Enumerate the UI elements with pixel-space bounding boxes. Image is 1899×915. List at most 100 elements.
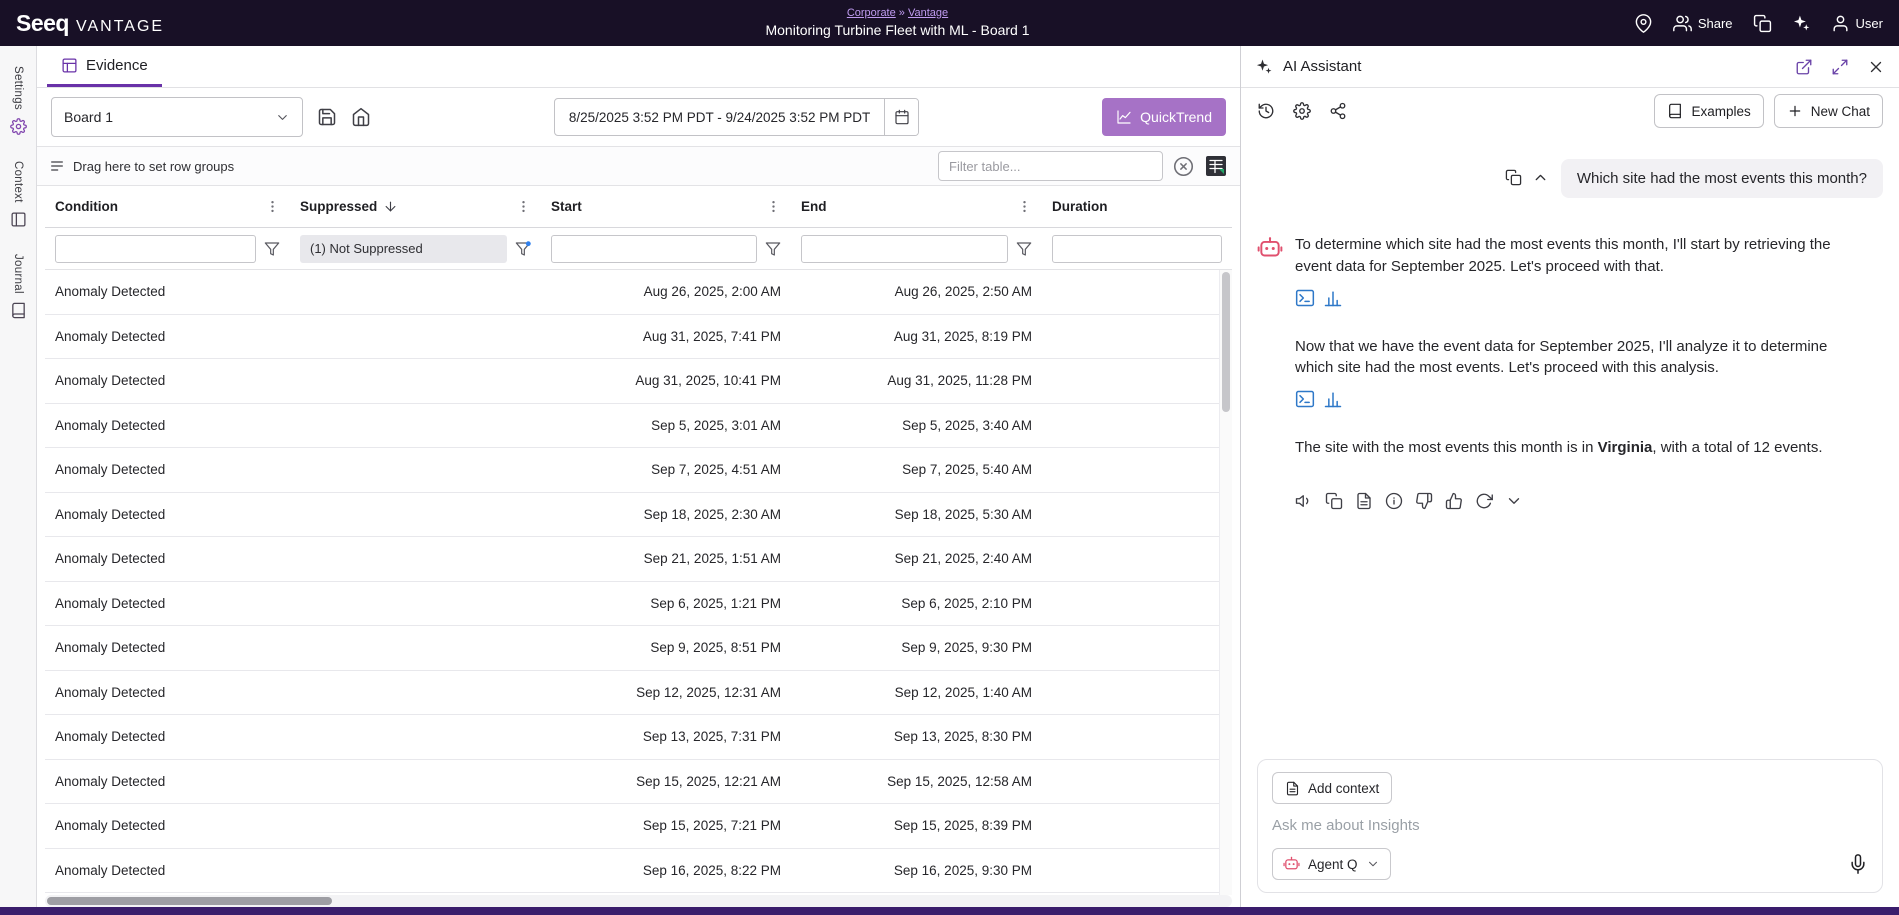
kebab-menu-icon[interactable] <box>265 199 280 214</box>
start-header-label: Start <box>551 199 582 214</box>
horizontal-scrollbar[interactable] <box>45 895 1232 907</box>
breadcrumb-corporate-link[interactable]: Corporate <box>847 7 896 19</box>
suppressed-filter-value[interactable]: (1) Not Suppressed <box>300 235 507 263</box>
condition-filter-input[interactable] <box>55 235 256 263</box>
expand-icon[interactable] <box>1831 58 1849 76</box>
table-row[interactable]: Anomaly Detected Sep 9, 2025, 8:51 PM Se… <box>45 626 1232 671</box>
breadcrumb-vantage-link[interactable]: Vantage <box>908 7 948 19</box>
open-in-new-icon[interactable] <box>1795 58 1813 76</box>
add-context-button[interactable]: Add context <box>1272 772 1392 804</box>
copy-icon[interactable] <box>1325 492 1343 510</box>
date-range-value[interactable]: 8/25/2025 3:52 PM PDT - 9/24/2025 3:52 P… <box>555 99 884 135</box>
column-filter-row: (1) Not Suppressed <box>45 228 1232 270</box>
save-button[interactable] <box>317 107 337 127</box>
table-row[interactable]: Anomaly Detected Aug 31, 2025, 7:41 PM A… <box>45 315 1232 360</box>
table-row[interactable]: Anomaly Detected Sep 12, 2025, 12:31 AM … <box>45 671 1232 716</box>
cell-end: Sep 12, 2025, 1:40 AM <box>791 685 1042 700</box>
sort-descending-icon[interactable] <box>383 199 398 214</box>
table-row[interactable]: Anomaly Detected Sep 21, 2025, 1:51 AM S… <box>45 537 1232 582</box>
ai-sparkle-icon[interactable] <box>1792 14 1811 33</box>
user-menu[interactable]: User <box>1831 14 1883 33</box>
new-chat-button[interactable]: New Chat <box>1774 94 1883 128</box>
funnel-active-icon[interactable] <box>515 241 531 257</box>
share-nodes-icon[interactable] <box>1329 102 1347 120</box>
table-row[interactable]: Anomaly Detected Sep 7, 2025, 4:51 AM Se… <box>45 448 1232 493</box>
column-header-suppressed[interactable]: Suppressed <box>290 186 541 227</box>
board-icon <box>61 57 78 74</box>
cell-end: Sep 16, 2025, 9:30 PM <box>791 863 1042 878</box>
kebab-menu-icon[interactable] <box>516 199 531 214</box>
bar-chart-icon[interactable] <box>1323 288 1343 308</box>
bar-chart-icon[interactable] <box>1323 389 1343 409</box>
kebab-menu-icon[interactable] <box>1017 199 1032 214</box>
table-row[interactable]: Anomaly Detected Sep 16, 2025, 8:22 PM S… <box>45 849 1232 894</box>
cell-condition: Anomaly Detected <box>45 685 290 700</box>
terminal-icon[interactable] <box>1295 288 1315 308</box>
vertical-scrollbar[interactable] <box>1219 270 1232 895</box>
calendar-button[interactable] <box>884 99 918 135</box>
export-excel-button[interactable] <box>1204 154 1228 178</box>
history-icon[interactable] <box>1257 102 1275 120</box>
table-row[interactable]: Anomaly Detected Sep 6, 2025, 1:21 PM Se… <box>45 582 1232 627</box>
board-select[interactable]: Board 1 <box>51 97 303 137</box>
start-filter-input[interactable] <box>551 235 757 263</box>
thumbs-down-icon[interactable] <box>1415 492 1433 510</box>
chevron-down-icon[interactable] <box>1505 492 1523 510</box>
filter-table-input[interactable] <box>938 151 1163 181</box>
kebab-menu-icon[interactable] <box>766 199 781 214</box>
chat-input[interactable]: Ask me about Insights <box>1272 817 1868 834</box>
final-bold: Virginia <box>1598 439 1653 456</box>
copy-icon[interactable] <box>1505 169 1522 186</box>
table-row[interactable]: Anomaly Detected Sep 13, 2025, 7:31 PM S… <box>45 715 1232 760</box>
column-header-duration[interactable]: Duration <box>1042 186 1232 227</box>
file-text-icon[interactable] <box>1355 492 1373 510</box>
row-group-drop-zone[interactable]: Drag here to set row groups <box>49 158 234 174</box>
column-header-end[interactable]: End <box>791 186 1042 227</box>
regenerate-icon[interactable] <box>1475 492 1493 510</box>
horizontal-scrollbar-thumb[interactable] <box>47 897 332 905</box>
thumbs-up-icon[interactable] <box>1445 492 1463 510</box>
table-row[interactable]: Anomaly Detected Sep 15, 2025, 12:21 AM … <box>45 760 1232 805</box>
cell-start: Aug 31, 2025, 7:41 PM <box>541 329 791 344</box>
info-icon[interactable] <box>1385 492 1403 510</box>
file-text-icon <box>1285 781 1300 796</box>
quicktrend-button[interactable]: QuickTrend <box>1102 98 1226 136</box>
sidebar-item-context[interactable]: Context <box>10 161 27 228</box>
close-icon[interactable] <box>1867 58 1885 76</box>
cell-start: Sep 16, 2025, 8:22 PM <box>541 863 791 878</box>
microphone-button[interactable] <box>1848 854 1868 874</box>
sidebar-item-journal[interactable]: Journal <box>10 254 27 319</box>
funnel-icon[interactable] <box>765 241 781 257</box>
table-row[interactable]: Anomaly Detected Sep 15, 2025, 7:21 PM S… <box>45 804 1232 849</box>
vertical-scrollbar-thumb[interactable] <box>1222 272 1230 412</box>
share-button[interactable]: Share <box>1673 14 1733 33</box>
gear-icon[interactable] <box>1293 102 1311 120</box>
terminal-icon[interactable] <box>1295 389 1315 409</box>
column-header-condition[interactable]: Condition <box>45 186 290 227</box>
end-filter-input[interactable] <box>801 235 1008 263</box>
agent-select[interactable]: Agent Q <box>1272 848 1391 880</box>
location-pin-icon[interactable] <box>1634 14 1653 33</box>
home-button[interactable] <box>351 107 371 127</box>
share-label: Share <box>1698 16 1733 31</box>
table-row[interactable]: Anomaly Detected Sep 5, 2025, 3:01 AM Se… <box>45 404 1232 449</box>
examples-button[interactable]: Examples <box>1654 94 1763 128</box>
sidebar-item-settings[interactable]: Settings <box>10 66 27 135</box>
column-header-start[interactable]: Start <box>541 186 791 227</box>
cell-end: Aug 26, 2025, 2:50 AM <box>791 284 1042 299</box>
table-row[interactable]: Anomaly Detected Sep 18, 2025, 2:30 AM S… <box>45 493 1232 538</box>
speaker-icon[interactable] <box>1295 492 1313 510</box>
funnel-icon[interactable] <box>264 241 280 257</box>
table-row[interactable]: Anomaly Detected Aug 31, 2025, 10:41 PM … <box>45 359 1232 404</box>
cell-condition: Anomaly Detected <box>45 462 290 477</box>
tab-evidence[interactable]: Evidence <box>47 46 162 87</box>
windows-icon[interactable] <box>1753 14 1772 33</box>
table-row[interactable]: Anomaly Detected Aug 26, 2025, 2:00 AM A… <box>45 270 1232 315</box>
duration-filter-input[interactable] <box>1052 235 1222 263</box>
cell-start: Sep 18, 2025, 2:30 AM <box>541 507 791 522</box>
funnel-icon[interactable] <box>1016 241 1032 257</box>
chevron-up-icon[interactable] <box>1532 169 1549 186</box>
clear-filter-button[interactable] <box>1173 156 1194 177</box>
assistant-toolbar-right: Examples New Chat <box>1654 94 1883 128</box>
topbar-center: Corporate » Vantage Monitoring Turbine F… <box>765 7 1029 39</box>
